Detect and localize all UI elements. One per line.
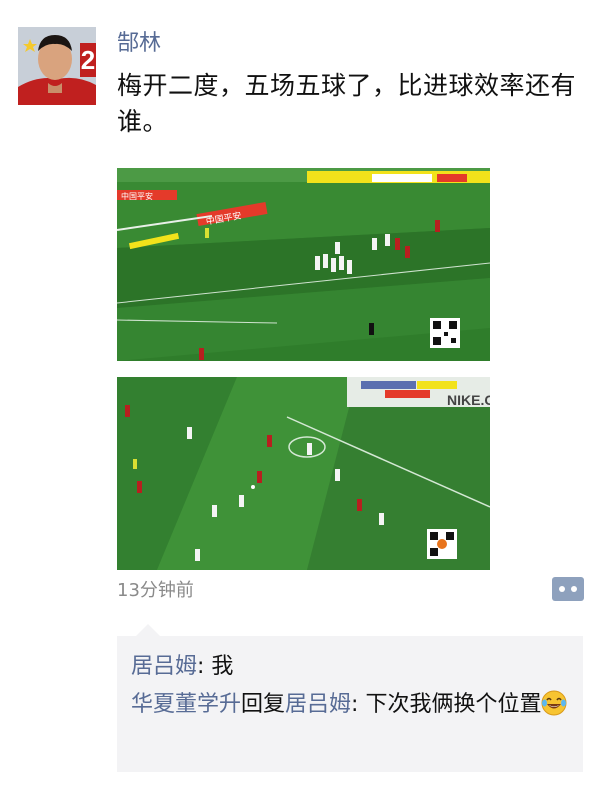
post-text: 梅开二度，五场五球了，比进球效率还有谁。 [117,71,577,136]
reply-to-author[interactable]: 居吕姆 [285,692,351,717]
video-thumbnail-1[interactable]: 中国平安 中国平安 [117,168,490,361]
video-thumbnail-2[interactable]: NIKE.C [117,377,490,570]
post-author-name[interactable]: 郜林 [117,29,161,59]
comment-author[interactable]: 华夏董学升 [131,692,241,717]
avatar-jersey-number: 2 [81,45,95,75]
comment-item[interactable]: 居吕姆: 我 [131,650,569,684]
comments-pointer [136,624,160,636]
ad-board-text-3: NIKE.C [447,392,490,408]
laughing-tears-emoji-icon [541,690,567,716]
comments-panel: 居吕姆: 我 华夏董学升回复居吕姆: 下次我俩换个位置 [117,636,583,772]
post-timestamp: 13分钟前 [117,580,194,601]
comment-item[interactable]: 华夏董学升回复居吕姆: 下次我俩换个位置 [131,688,569,722]
reply-word: 回复 [241,692,286,717]
comment-author[interactable]: 居吕姆 [131,654,197,679]
comment-more-icon[interactable] [552,577,584,601]
avatar[interactable]: 2 [18,27,96,105]
comment-text: 下次我俩换个位置 [365,692,542,717]
dot-icon [571,586,577,592]
dot-icon [559,586,565,592]
comment-text: 我 [211,654,234,679]
comment-separator: : [197,654,212,679]
comment-separator: : [351,692,366,717]
ad-board-text-1: 中国平安 [121,191,153,201]
